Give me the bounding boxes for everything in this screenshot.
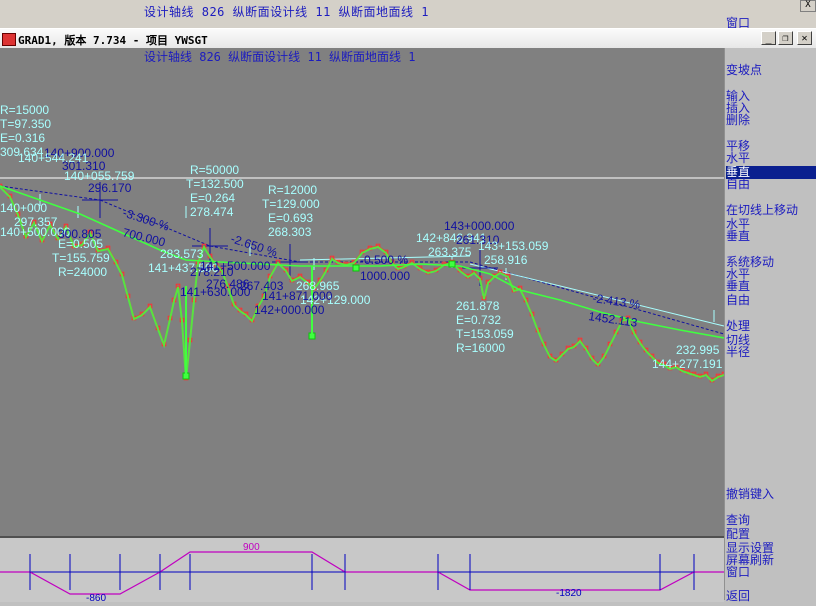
profile-canvas[interactable]: R=15000 T=97.350 E=0.316 309.634 140+900.000… — [0, 62, 724, 536]
menu-item-3[interactable]: 删除 — [726, 114, 750, 127]
pvi3-elev: 268.303 — [268, 225, 312, 239]
bot-dim-label-1: -860 — [86, 593, 106, 602]
length-2: 1000.000 — [360, 269, 410, 283]
pvi1l-4: R=24000 — [58, 265, 107, 279]
pvi5-station: 144+277.191 — [652, 357, 723, 371]
pvi2-E: E=0.264 — [190, 191, 235, 205]
pvi1-E: E=0.316 — [0, 131, 45, 145]
command-menu: 变坡点 输入 插入 删除 平移 水平 垂直 自由 在切线上移动 水平 垂直 系统移动 水平 垂直 自由 处理切… — [724, 48, 816, 603]
pvi4-R: R=16000 — [456, 341, 505, 355]
menu-item-15: 处理 — [726, 319, 751, 333]
pvi1l-5: 300.805 — [58, 227, 102, 241]
curvature-line — [0, 551, 724, 595]
pvi3-st5: 141+871.000 — [262, 289, 333, 303]
pvi2-R: R=50000 — [190, 163, 239, 177]
menu-item-18[interactable]: 撤销键入 — [726, 488, 774, 501]
pvi3-E: E=0.693 — [268, 211, 313, 225]
window-titlebar[interactable]: GRAD1, 版本 7.734 - 项目 YWSGT _ ❐ ✕ — [0, 28, 816, 50]
close-button[interactable]: ✕ — [797, 31, 812, 45]
pvi3-R: R=12000 — [268, 183, 317, 197]
menu-item-23[interactable]: 窗口 — [726, 566, 750, 579]
layer-info-strip: 设计轴线 826 纵断面设计线 11 纵断面地面线 1 窗口 X — [0, 0, 816, 30]
bottom-curvature-strip: -860 900 -1820 — [0, 536, 724, 604]
layer-info-bar: 设计轴线 826 纵断面设计线 11 纵断面地面线 1 — [0, 48, 724, 64]
pvi5-elev: 232.995 — [676, 343, 720, 357]
pvi4-E: E=0.732 — [456, 313, 501, 327]
pvi2-T: T=132.500 — [186, 177, 244, 191]
pvi3-T: T=129.000 — [262, 197, 320, 211]
menu-item-8: 在切线上移动 — [726, 203, 799, 217]
pvi2-st3: 283.573 — [160, 247, 204, 261]
pvi4-st2: 143+153.059 — [478, 239, 549, 253]
menu-item-10[interactable]: 垂直 — [726, 230, 750, 243]
slope-4: -2.413 % — [592, 291, 642, 312]
pvi4-elev4: 261.878 — [456, 299, 500, 313]
menu-item-20[interactable]: 配置 — [726, 528, 750, 541]
menu-item-0: 变坡点 — [726, 63, 763, 77]
layer-info-text: 设计轴线 826 纵断面设计线 11 纵断面地面线 1 — [144, 5, 429, 19]
menu-item-17[interactable]: 半径 — [726, 346, 750, 359]
pvi1l-8: 297.357 — [14, 215, 58, 229]
ground-profile-line — [0, 185, 724, 381]
pvi1-R: R=15000 — [0, 103, 49, 117]
menu-item-13[interactable]: 垂直 — [726, 280, 750, 293]
design-marker-3 — [448, 260, 456, 268]
design-overlay-line — [0, 186, 724, 383]
pvi2-st2: 141+500.000 — [200, 259, 271, 273]
menu-item-14[interactable]: 自由 — [726, 294, 750, 307]
tangent-1 — [0, 185, 101, 201]
curvature-plot: -860 900 -1820 — [0, 542, 724, 604]
menu-item-19[interactable]: 查询 — [726, 514, 750, 527]
app-icon — [2, 33, 16, 46]
pvi4-T: T=153.059 — [456, 327, 514, 341]
pvi1-elev: 296.170 — [88, 181, 132, 195]
maximize-button[interactable]: ❐ — [778, 31, 793, 45]
bot-dim-label-2: 900 — [243, 542, 260, 553]
slope-3: -0.500 % — [360, 253, 408, 267]
pvi3-st1: 142+000.000 — [254, 303, 325, 317]
menu-item-24[interactable]: 返回 — [726, 590, 750, 603]
pvi1-T: T=97.350 — [0, 117, 51, 131]
pvi1l-3: T=155.759 — [52, 251, 110, 265]
pvi4-elev3: 258.916 — [484, 253, 528, 267]
window-title: GRAD1, 版本 7.734 - 项目 YWSGT — [18, 34, 208, 47]
minimize-button[interactable]: _ — [761, 31, 776, 45]
pvi1l-7: 140+055.759 — [64, 169, 135, 183]
menu-item-7[interactable]: 自由 — [726, 178, 750, 191]
pvi4-elev1: 263.375 — [428, 245, 472, 259]
pvi1l-0: 140+000 — [0, 201, 47, 215]
outer-close-button[interactable]: X — [800, 0, 816, 12]
pvi1l-6: 140+544.241 — [18, 151, 89, 165]
pvi2-elev: 278.474 — [190, 205, 234, 219]
profile-plot[interactable]: R=15000T=97.350E=0.316309.634 140+900.000… — [0, 62, 724, 536]
design-marker-2 — [352, 264, 360, 272]
bot-dim-label-3: -1820 — [556, 588, 582, 599]
length-3: 1452.113 — [588, 309, 639, 330]
menu-item-5[interactable]: 水平 — [726, 152, 750, 165]
